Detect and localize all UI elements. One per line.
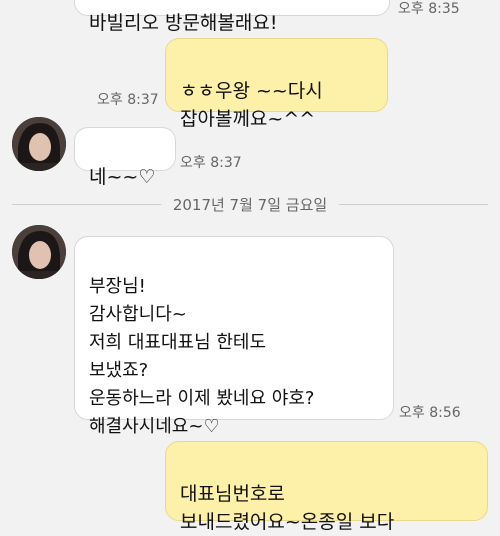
message-text: 네~~♡ [89,166,156,188]
profile-photo [12,117,66,171]
message-time: 오후 8:56 [399,405,461,421]
message-bubble-incoming[interactable]: 네~~♡ [74,127,176,188]
profile-photo [12,225,66,279]
message-bubble-outgoing[interactable]: 대표님번호로 보내드렸어요~온종일 보다 [165,441,488,533]
message-bubble-outgoing[interactable]: ㅎㅎ우왕 ~~다시 잡아볼께요~^^ [165,38,388,130]
date-separator: 2017년 7월 7일 금요일 [0,192,500,216]
message-text: 바빌리오 방문해볼래요! [89,12,278,34]
message-time: 오후 8:37 [180,155,242,171]
message-text: ㅎㅎ우왕 ~~다시 잡아볼께요~^^ [180,80,323,130]
date-label: 2017년 7월 7일 금요일 [160,196,340,214]
message-text: 대표님번호로 보내드렸어요~온종일 보다 [180,483,395,533]
avatar[interactable] [12,225,66,279]
message-time: 오후 8:35 [398,1,460,17]
message-text: 부장님! 감사합니다~ 저희 대표대표님 한테도 보냈죠? 운동하느라 이제 봤… [89,276,315,437]
avatar[interactable] [12,117,66,171]
message-bubble-incoming[interactable]: 바빌리오 방문해볼래요! [74,0,390,34]
message-bubble-incoming[interactable]: 부장님! 감사합니다~ 저희 대표대표님 한테도 보냈죠? 운동하느라 이제 봤… [74,236,394,437]
message-time: 오후 8:37 [97,92,159,108]
